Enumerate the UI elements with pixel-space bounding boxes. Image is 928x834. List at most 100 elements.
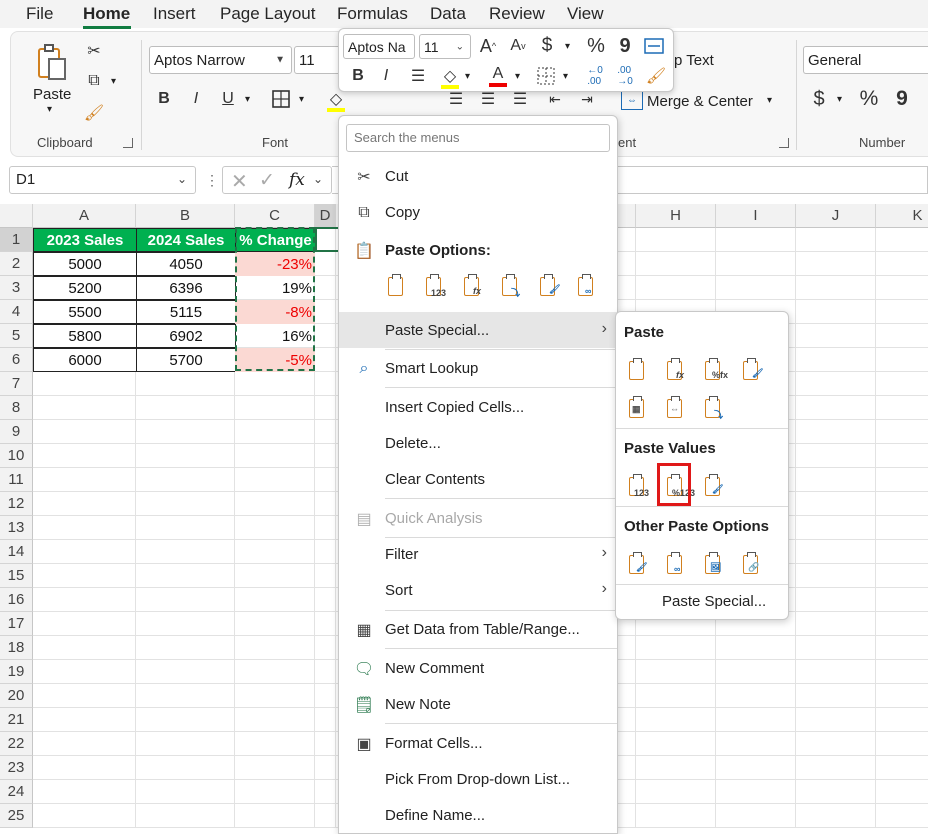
- paste-transpose-icon[interactable]: ⤵: [499, 274, 525, 300]
- table-cell[interactable]: 6902: [136, 324, 236, 348]
- column-header-c[interactable]: C: [235, 204, 315, 228]
- mini-bold-icon[interactable]: B: [349, 65, 367, 87]
- paste-formulas-icon[interactable]: fx: [461, 274, 487, 300]
- enter-icon[interactable]: ✓: [259, 169, 275, 192]
- menu-item-get-data[interactable]: ▦ Get Data from Table/Range...: [339, 613, 617, 647]
- column-header-h[interactable]: H: [636, 204, 716, 228]
- table-cell[interactable]: 5000: [33, 252, 137, 276]
- number-format-dropdown[interactable]: General: [803, 46, 928, 74]
- font-size-dropdown[interactable]: 11: [294, 46, 342, 74]
- underline-icon[interactable]: U: [217, 88, 239, 110]
- row-header-15[interactable]: 15: [0, 564, 33, 588]
- menu-item-paste-special[interactable]: Paste Special... ›: [339, 312, 617, 348]
- row-header-24[interactable]: 24: [0, 780, 33, 804]
- row-header-2[interactable]: 2: [0, 252, 33, 276]
- paste-values-icon[interactable]: 123: [423, 274, 449, 300]
- paste-no-borders-icon[interactable]: ▦: [626, 396, 652, 422]
- row-header-22[interactable]: 22: [0, 732, 33, 756]
- table-cell[interactable]: 6000: [33, 348, 137, 372]
- mini-font-color-chevron-icon[interactable]: ▾: [515, 71, 520, 82]
- paste-icon[interactable]: [385, 274, 411, 300]
- row-header-18[interactable]: 18: [0, 636, 33, 660]
- copy-chevron-icon[interactable]: ▾: [111, 76, 116, 87]
- tab-review[interactable]: Review: [489, 4, 545, 24]
- paste-link-icon[interactable]: ∞: [664, 552, 690, 578]
- underline-chevron-icon[interactable]: ▾: [245, 94, 250, 105]
- currency-chevron-icon[interactable]: ▾: [837, 94, 842, 105]
- mini-align-center-icon[interactable]: ☰: [407, 65, 429, 87]
- paste-formulas-icon[interactable]: fx: [664, 358, 690, 384]
- row-header-5[interactable]: 5: [0, 324, 33, 348]
- mini-font-size-dropdown[interactable]: 11 ⌄: [419, 34, 471, 59]
- row-header-21[interactable]: 21: [0, 708, 33, 732]
- column-header-j[interactable]: J: [796, 204, 876, 228]
- row-header-9[interactable]: 9: [0, 420, 33, 444]
- row-header-11[interactable]: 11: [0, 468, 33, 492]
- column-header-a[interactable]: A: [33, 204, 136, 228]
- mini-font-name-dropdown[interactable]: Aptos Na: [343, 34, 415, 59]
- table-header-cell[interactable]: 2024 Sales: [136, 228, 236, 252]
- tab-page-layout[interactable]: Page Layout: [220, 4, 315, 24]
- wrap-merge-icon[interactable]: [643, 35, 665, 57]
- row-header-7[interactable]: 7: [0, 372, 33, 396]
- select-all-corner[interactable]: [0, 204, 33, 228]
- name-box[interactable]: D1 ⌄: [9, 166, 196, 194]
- menu-search-input[interactable]: Search the menus: [346, 124, 610, 152]
- row-header-25[interactable]: 25: [0, 804, 33, 828]
- alignment-launcher-icon[interactable]: [779, 138, 789, 148]
- table-cell[interactable]: 5700: [136, 348, 236, 372]
- active-cell[interactable]: [315, 227, 339, 252]
- paste-button-label[interactable]: Paste: [33, 86, 71, 103]
- row-header-8[interactable]: 8: [0, 396, 33, 420]
- mini-currency-icon[interactable]: $: [537, 35, 557, 57]
- paste-icon[interactable]: [33, 40, 73, 86]
- merge-chevron-icon[interactable]: ▾: [767, 95, 772, 106]
- column-header-k[interactable]: K: [876, 204, 928, 228]
- decrease-decimal-icon[interactable]: .00 →0: [613, 65, 637, 87]
- tab-file[interactable]: File: [26, 4, 53, 24]
- mini-borders-chevron-icon[interactable]: ▾: [563, 71, 568, 82]
- table-cell[interactable]: 5800: [33, 324, 137, 348]
- mini-borders-icon[interactable]: [535, 65, 557, 87]
- borders-icon[interactable]: [269, 88, 293, 110]
- copy-icon[interactable]: ⧉: [83, 70, 105, 92]
- increase-font-size-icon[interactable]: A ^: [477, 35, 499, 57]
- paste-keep-column-widths-icon[interactable]: ⇔: [664, 396, 690, 422]
- mini-currency-chevron-icon[interactable]: ▾: [565, 41, 570, 52]
- menu-item-new-comment[interactable]: 🗨 New Comment: [339, 652, 617, 686]
- comma-style-icon[interactable]: 9: [893, 87, 911, 110]
- mini-italic-icon[interactable]: I: [377, 65, 395, 87]
- row-header-10[interactable]: 10: [0, 444, 33, 468]
- menu-item-delete[interactable]: Delete...: [339, 427, 617, 461]
- cancel-icon[interactable]: ✕: [231, 169, 248, 194]
- paste-link-icon[interactable]: ∞: [575, 274, 601, 300]
- row-header-4[interactable]: 4: [0, 300, 33, 324]
- borders-chevron-icon[interactable]: ▾: [299, 94, 304, 105]
- menu-item-smart-lookup[interactable]: ⌕ Smart Lookup: [339, 352, 617, 386]
- menu-item-format-cells[interactable]: ▣ Format Cells...: [339, 727, 617, 761]
- merge-center-button[interactable]: Merge & Center: [647, 93, 753, 110]
- menu-item-clear-contents[interactable]: Clear Contents: [339, 463, 617, 497]
- column-header-i[interactable]: I: [716, 204, 796, 228]
- table-cell[interactable]: 5200: [33, 276, 137, 300]
- bold-icon[interactable]: B: [153, 88, 175, 110]
- insert-function-icon[interactable]: fx: [289, 170, 305, 190]
- paste-chevron-icon[interactable]: ▾: [47, 104, 52, 115]
- paste-formulas-number-format-icon[interactable]: %fx: [702, 358, 728, 384]
- increase-decimal-icon[interactable]: ←0.00: [583, 65, 607, 87]
- row-header-12[interactable]: 12: [0, 492, 33, 516]
- mini-fill-chevron-icon[interactable]: ▾: [465, 71, 470, 82]
- row-header-14[interactable]: 14: [0, 540, 33, 564]
- row-header-20[interactable]: 20: [0, 684, 33, 708]
- row-header-17[interactable]: 17: [0, 612, 33, 636]
- italic-icon[interactable]: I: [185, 88, 207, 110]
- table-cell[interactable]: 4050: [136, 252, 236, 276]
- menu-item-sort[interactable]: Sort ›: [339, 574, 617, 608]
- table-cell[interactable]: 6396: [136, 276, 236, 300]
- merge-center-icon[interactable]: ⇔: [621, 90, 643, 110]
- paste-values-source-format-icon[interactable]: 🖌: [702, 474, 728, 500]
- currency-icon[interactable]: $: [809, 88, 829, 110]
- percent-icon[interactable]: %: [857, 87, 881, 110]
- menu-item-define-name[interactable]: Define Name...: [339, 799, 617, 833]
- format-painter-icon[interactable]: 🖌: [83, 102, 105, 124]
